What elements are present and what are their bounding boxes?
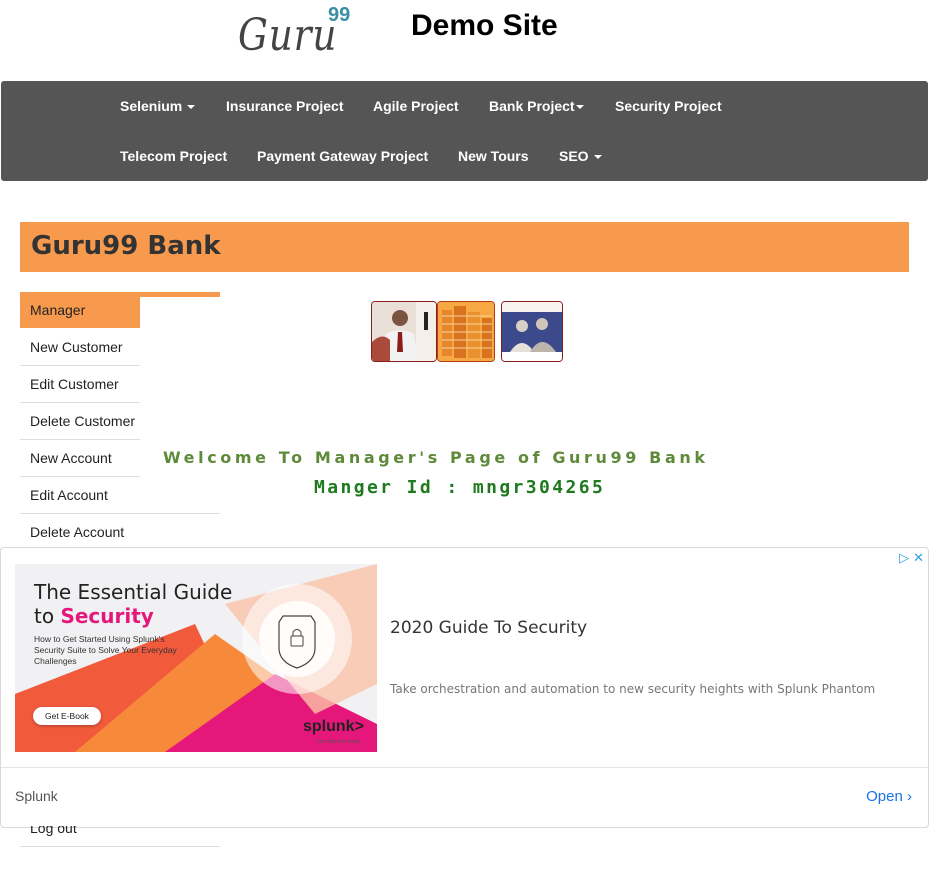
splunk-tagline: turn data into doing bbox=[317, 739, 360, 745]
sidebar-item-label: Log out bbox=[30, 826, 77, 836]
manager-id: Manger Id : mngr304265 bbox=[314, 477, 606, 498]
ad-image-title-line1: The Essential Guide bbox=[34, 580, 233, 604]
ad-controls: ▷ ✕ bbox=[895, 550, 924, 566]
ad-image-title-highlight: Security bbox=[60, 604, 154, 628]
welcome-message: Welcome To Manager's Page of Guru99 Bank bbox=[163, 448, 709, 467]
splunk-logo: splunk> bbox=[303, 718, 364, 735]
logo-text: Guru bbox=[238, 10, 338, 61]
chevron-down-icon bbox=[593, 155, 602, 160]
ad-image-title-to: to bbox=[34, 604, 61, 628]
sidebar-item-label: Delete Account bbox=[30, 524, 125, 540]
ad-heading[interactable]: 2020 Guide To Security bbox=[390, 618, 587, 638]
nav-new-tours[interactable]: New Tours bbox=[458, 148, 529, 164]
ad-open-label: Open bbox=[866, 788, 903, 805]
nav-payment-gateway-project-label: Payment Gateway Project bbox=[257, 148, 429, 164]
sidebar-item-edit-account[interactable]: Edit Account bbox=[20, 477, 140, 513]
banner-image-businessman bbox=[371, 301, 437, 362]
sidebar-item-edit-customer[interactable]: Edit Customer bbox=[20, 366, 140, 402]
get-ebook-button[interactable]: Get E-Book bbox=[33, 707, 101, 725]
sidebar-item-label: New Account bbox=[30, 450, 112, 466]
chevron-down-icon bbox=[575, 105, 584, 110]
nav-seo-label: SEO bbox=[559, 148, 589, 164]
divider bbox=[1, 767, 928, 768]
nav-bank-project[interactable]: Bank Project bbox=[489, 98, 584, 114]
ad-image-title: The Essential Guide to Security bbox=[34, 580, 232, 628]
banner-image-coins bbox=[437, 301, 495, 362]
sidebar-item-logout[interactable]: Log out bbox=[20, 826, 220, 846]
chevron-right-icon: › bbox=[907, 788, 912, 805]
site-title: Demo Site bbox=[411, 9, 558, 42]
ad-open-button[interactable]: Open › bbox=[866, 788, 912, 805]
nav-agile-project[interactable]: Agile Project bbox=[373, 98, 459, 114]
chevron-down-icon bbox=[187, 105, 196, 110]
sidebar-item-label: Delete Customer bbox=[30, 413, 136, 429]
close-icon[interactable]: ✕ bbox=[913, 550, 924, 565]
nav-selenium-label: Selenium bbox=[120, 98, 183, 114]
nav-new-tours-label: New Tours bbox=[458, 148, 529, 164]
nav-agile-project-label: Agile Project bbox=[373, 98, 459, 114]
ad-brand: Splunk bbox=[15, 788, 58, 804]
sidebar-item-delete-customer[interactable]: Delete Customer bbox=[20, 403, 140, 439]
nav-payment-gateway-project[interactable]: Payment Gateway Project bbox=[257, 148, 428, 164]
logo-superscript: 99 bbox=[328, 4, 351, 26]
nav-selenium[interactable]: Selenium bbox=[120, 98, 196, 114]
banner-image-team bbox=[501, 301, 563, 362]
ad-description: Take orchestration and automation to new… bbox=[390, 682, 876, 696]
sidebar-item-label: Edit Account bbox=[30, 487, 108, 503]
guru99-logo[interactable]: Guru 99 bbox=[238, 4, 368, 61]
nav-telecom-project-label: Telecom Project bbox=[120, 148, 228, 164]
nav-telecom-project[interactable]: Telecom Project bbox=[120, 148, 227, 164]
sidebar-item-label: Edit Customer bbox=[30, 376, 119, 392]
divider bbox=[20, 846, 220, 847]
sidebar-item-manager[interactable]: Manager bbox=[20, 292, 140, 328]
nav-insurance-project-label: Insurance Project bbox=[226, 98, 344, 114]
sidebar-item-new-customer[interactable]: New Customer bbox=[20, 329, 140, 365]
advertisement[interactable]: ▷ ✕ The Essential Guide to Security How t… bbox=[0, 547, 929, 828]
nav-insurance-project[interactable]: Insurance Project bbox=[226, 98, 344, 114]
nav-security-project-label: Security Project bbox=[615, 98, 722, 114]
bank-banner: Guru99 Bank bbox=[20, 222, 909, 272]
top-navbar: Selenium Insurance Project Agile Project… bbox=[1, 81, 928, 181]
adchoices-icon[interactable]: ▷ bbox=[899, 550, 909, 565]
sidebar-item-delete-account[interactable]: Delete Account bbox=[20, 514, 140, 550]
sidebar-item-label: Manager bbox=[30, 302, 86, 318]
ad-image[interactable]: The Essential Guide to Security How to G… bbox=[15, 564, 377, 752]
sidebar-item-label: New Customer bbox=[30, 339, 123, 355]
nav-bank-project-label: Bank Project bbox=[489, 98, 575, 114]
nav-seo[interactable]: SEO bbox=[559, 148, 602, 164]
nav-security-project[interactable]: Security Project bbox=[615, 98, 722, 114]
bank-title: Guru99 Bank bbox=[31, 231, 221, 261]
ad-image-subtitle: How to Get Started Using Splunk's Securi… bbox=[34, 634, 177, 666]
sidebar-item-new-account[interactable]: New Account bbox=[20, 440, 140, 476]
